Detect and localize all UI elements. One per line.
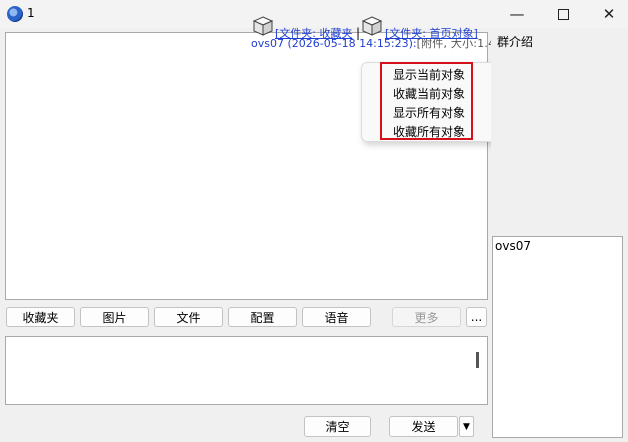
send-button[interactable]: 发送: [389, 416, 458, 437]
triangle-down-icon: ▼: [463, 421, 470, 432]
close-button[interactable]: ✕: [586, 0, 628, 28]
message-input[interactable]: [5, 336, 488, 405]
member-list[interactable]: [492, 236, 623, 438]
maximize-icon: [557, 8, 569, 20]
member-list-item[interactable]: ovs07: [495, 239, 531, 253]
picture-button[interactable]: 图片: [80, 307, 149, 327]
folder-link[interactable]: [文件夹: 收藏夹: [275, 25, 353, 41]
favorites-button[interactable]: 收藏夹: [6, 307, 75, 327]
minimize-button[interactable]: —: [494, 0, 540, 28]
highlight-box: [380, 62, 473, 140]
minimize-icon: —: [509, 5, 525, 23]
box-icon[interactable]: [361, 16, 383, 36]
box-icon[interactable]: [252, 16, 274, 36]
text-cursor-icon: |: [356, 26, 361, 40]
input-scrollbar[interactable]: [476, 352, 479, 368]
file-button[interactable]: 文件: [154, 307, 223, 327]
close-icon: ✕: [602, 5, 616, 23]
window-title: 1: [27, 6, 35, 20]
app-logo-icon: [7, 6, 23, 22]
ellipsis-button[interactable]: ...: [466, 307, 487, 327]
send-options-button[interactable]: ▼: [459, 416, 474, 437]
maximize-button[interactable]: [540, 0, 586, 28]
config-button[interactable]: 配置: [228, 307, 297, 327]
folder-link-secondary[interactable]: [文件夹: 首页对象]: [385, 25, 481, 41]
clear-button[interactable]: 清空: [304, 416, 371, 437]
more-button[interactable]: 更多: [392, 307, 461, 327]
group-intro-panel: [491, 32, 623, 230]
voice-button[interactable]: 语音: [302, 307, 371, 327]
group-intro-label: 群介绍: [497, 35, 534, 49]
